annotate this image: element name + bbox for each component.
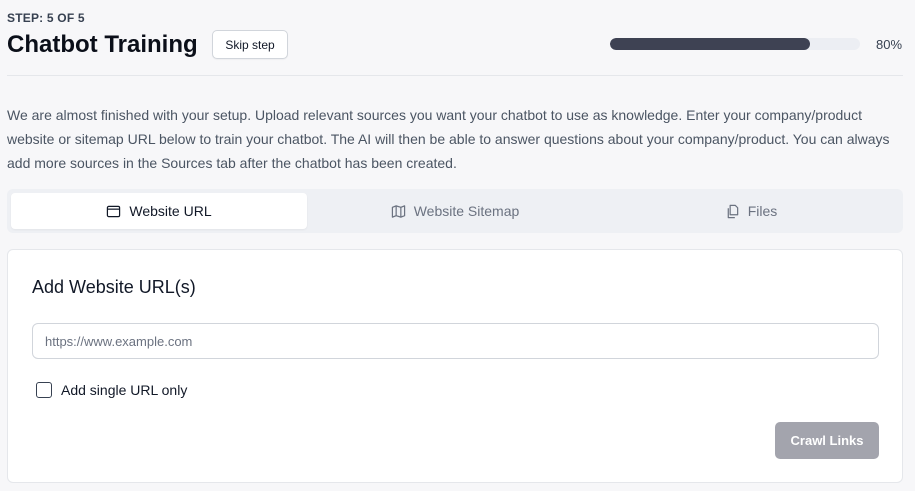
header-divider (7, 75, 903, 76)
source-tabs: Website URL Website Sitemap Files (7, 189, 903, 233)
card-title: Add Website URL(s) (32, 277, 196, 297)
setup-description: We are almost finished with your setup. … (7, 107, 890, 171)
tab-files[interactable]: Files (603, 193, 899, 229)
progress-bar-fill (610, 38, 810, 50)
tab-website-sitemap-label: Website Sitemap (413, 203, 520, 219)
onboarding-page: STEP: 5 OF 5 Chatbot Training Skip step … (0, 0, 915, 491)
progress-bar (610, 38, 860, 50)
page-title: Chatbot Training (7, 31, 198, 58)
browser-window-icon (106, 204, 121, 219)
single-url-checkbox[interactable] (36, 382, 52, 398)
tab-files-label: Files (747, 203, 778, 219)
tab-website-url[interactable]: Website URL (11, 193, 307, 229)
website-url-card: Add Website URL(s) Add single URL only C… (7, 249, 903, 483)
progress-text: 80% (876, 37, 903, 52)
single-url-label: Add single URL only (61, 382, 188, 398)
skip-step-button[interactable]: Skip step (212, 30, 288, 59)
single-url-option[interactable]: Add single URL only (36, 382, 187, 398)
tab-website-sitemap[interactable]: Website Sitemap (307, 193, 603, 229)
tab-website-url-label: Website URL (129, 203, 212, 219)
crawl-links-button[interactable]: Crawl Links (775, 422, 879, 459)
website-url-input[interactable] (32, 323, 879, 359)
files-icon (725, 204, 740, 219)
step-label: STEP: 5 OF 5 (7, 11, 85, 25)
map-icon (391, 204, 406, 219)
